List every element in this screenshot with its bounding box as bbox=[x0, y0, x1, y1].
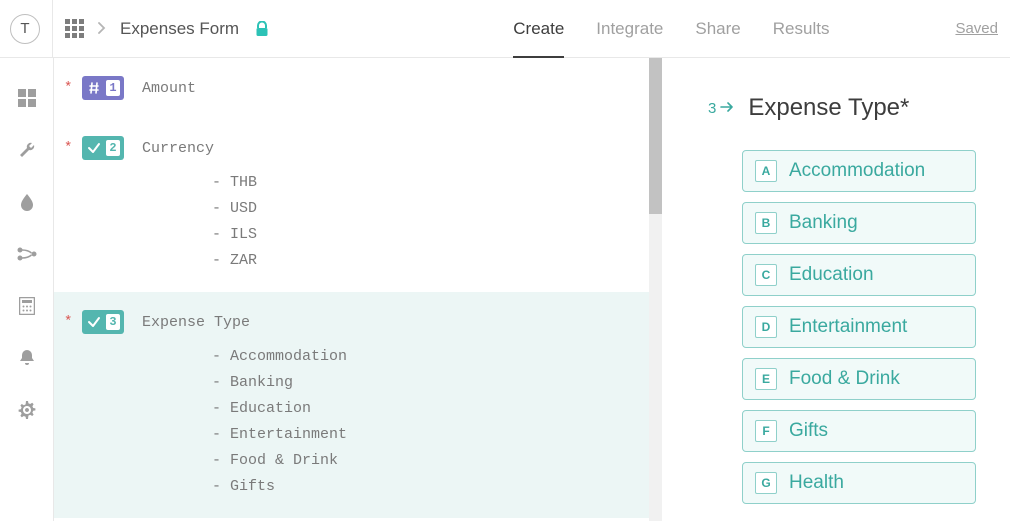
preview-options: A Accommodation B Banking C Education D … bbox=[662, 150, 1010, 504]
flow-icon[interactable] bbox=[17, 244, 37, 264]
apps-grid-icon[interactable] bbox=[65, 19, 84, 38]
required-indicator: * bbox=[64, 314, 76, 330]
tab-integrate[interactable]: Integrate bbox=[596, 0, 663, 57]
choice-label: Gifts bbox=[789, 420, 828, 442]
scrollbar-thumb[interactable] bbox=[649, 58, 662, 214]
choice-label: Accommodation bbox=[789, 160, 925, 182]
gear-icon[interactable] bbox=[17, 400, 37, 420]
blocks-icon[interactable] bbox=[17, 88, 37, 108]
choice-label: Food & Drink bbox=[789, 368, 900, 390]
option-item: ILS bbox=[212, 222, 633, 248]
choice-key: D bbox=[755, 316, 777, 338]
question-title: Currency bbox=[142, 140, 214, 157]
choice-option-e[interactable]: E Food & Drink bbox=[742, 358, 976, 400]
choice-key: A bbox=[755, 160, 777, 182]
tab-create[interactable]: Create bbox=[513, 0, 564, 57]
question-type-badge-choice: 2 bbox=[82, 136, 124, 160]
option-item: Entertainment bbox=[212, 422, 633, 448]
droplet-icon[interactable] bbox=[17, 192, 37, 212]
choice-option-f[interactable]: F Gifts bbox=[742, 410, 976, 452]
option-item: Accommodation bbox=[212, 344, 633, 370]
preview-header: 3 Expense Type* bbox=[662, 94, 1010, 122]
choice-key: B bbox=[755, 212, 777, 234]
choice-label: Education bbox=[789, 264, 874, 286]
option-item: THB bbox=[212, 170, 633, 196]
option-item: Banking bbox=[212, 370, 633, 396]
option-item: ZAR bbox=[212, 248, 633, 274]
option-item: Food & Drink bbox=[212, 448, 633, 474]
question-preview-panel: 3 Expense Type* A Accommodation B Bankin… bbox=[662, 58, 1010, 521]
check-icon bbox=[82, 315, 106, 329]
choice-key: E bbox=[755, 368, 777, 390]
choice-option-b[interactable]: B Banking bbox=[742, 202, 976, 244]
choice-label: Health bbox=[789, 472, 844, 494]
choice-key: F bbox=[755, 420, 777, 442]
question-block-currency[interactable]: * 2 Currency THB USD ILS ZAR bbox=[54, 118, 649, 292]
question-number: 2 bbox=[106, 140, 120, 156]
choice-label: Entertainment bbox=[789, 316, 907, 338]
question-title: Amount bbox=[142, 80, 196, 97]
bell-icon[interactable] bbox=[17, 348, 37, 368]
nav-tabs: Create Integrate Share Results bbox=[497, 0, 845, 57]
lock-icon bbox=[255, 21, 269, 37]
question-block-amount[interactable]: * 1 Amount bbox=[54, 58, 649, 118]
avatar[interactable]: T bbox=[10, 14, 40, 44]
choice-option-a[interactable]: A Accommodation bbox=[742, 150, 976, 192]
arrow-right-icon bbox=[720, 99, 734, 117]
choice-key: C bbox=[755, 264, 777, 286]
choice-option-d[interactable]: D Entertainment bbox=[742, 306, 976, 348]
question-number: 1 bbox=[106, 80, 120, 96]
preview-title: Expense Type* bbox=[748, 94, 909, 122]
form-title[interactable]: Expenses Form bbox=[120, 19, 239, 39]
question-options: Accommodation Banking Education Entertai… bbox=[212, 344, 633, 500]
calculator-icon[interactable] bbox=[17, 296, 37, 316]
question-number: 3 bbox=[106, 314, 120, 330]
sidebar-tools bbox=[0, 58, 54, 521]
question-type-badge-number: 1 bbox=[82, 76, 124, 100]
wrench-icon[interactable] bbox=[17, 140, 37, 160]
option-item: USD bbox=[212, 196, 633, 222]
required-indicator: * bbox=[64, 140, 76, 156]
header-divider bbox=[52, 0, 53, 58]
choice-key: G bbox=[755, 472, 777, 494]
question-type-badge-choice: 3 bbox=[82, 310, 124, 334]
choice-label: Banking bbox=[789, 212, 858, 234]
tab-results[interactable]: Results bbox=[773, 0, 830, 57]
chevron-right-icon bbox=[98, 21, 106, 37]
option-item: Gifts bbox=[212, 474, 633, 500]
hash-icon bbox=[82, 81, 106, 95]
check-icon bbox=[82, 141, 106, 155]
question-title: Expense Type bbox=[142, 314, 250, 331]
question-list-panel: * 1 Amount * 2 Currency bbox=[54, 58, 662, 521]
app-body: * 1 Amount * 2 Currency bbox=[0, 58, 1010, 521]
option-item: Education bbox=[212, 396, 633, 422]
choice-option-g[interactable]: G Health bbox=[742, 462, 976, 504]
required-indicator: * bbox=[64, 80, 76, 96]
question-options: THB USD ILS ZAR bbox=[212, 170, 633, 274]
question-block-expense-type[interactable]: * 3 Expense Type Accommodation Banking E… bbox=[54, 292, 649, 518]
tab-share[interactable]: Share bbox=[695, 0, 740, 57]
choice-option-c[interactable]: C Education bbox=[742, 254, 976, 296]
saved-indicator[interactable]: Saved bbox=[955, 20, 998, 37]
preview-question-number: 3 bbox=[708, 100, 716, 117]
avatar-letter: T bbox=[20, 20, 29, 37]
app-header: T Expenses Form Create Integrate Share R… bbox=[0, 0, 1010, 58]
